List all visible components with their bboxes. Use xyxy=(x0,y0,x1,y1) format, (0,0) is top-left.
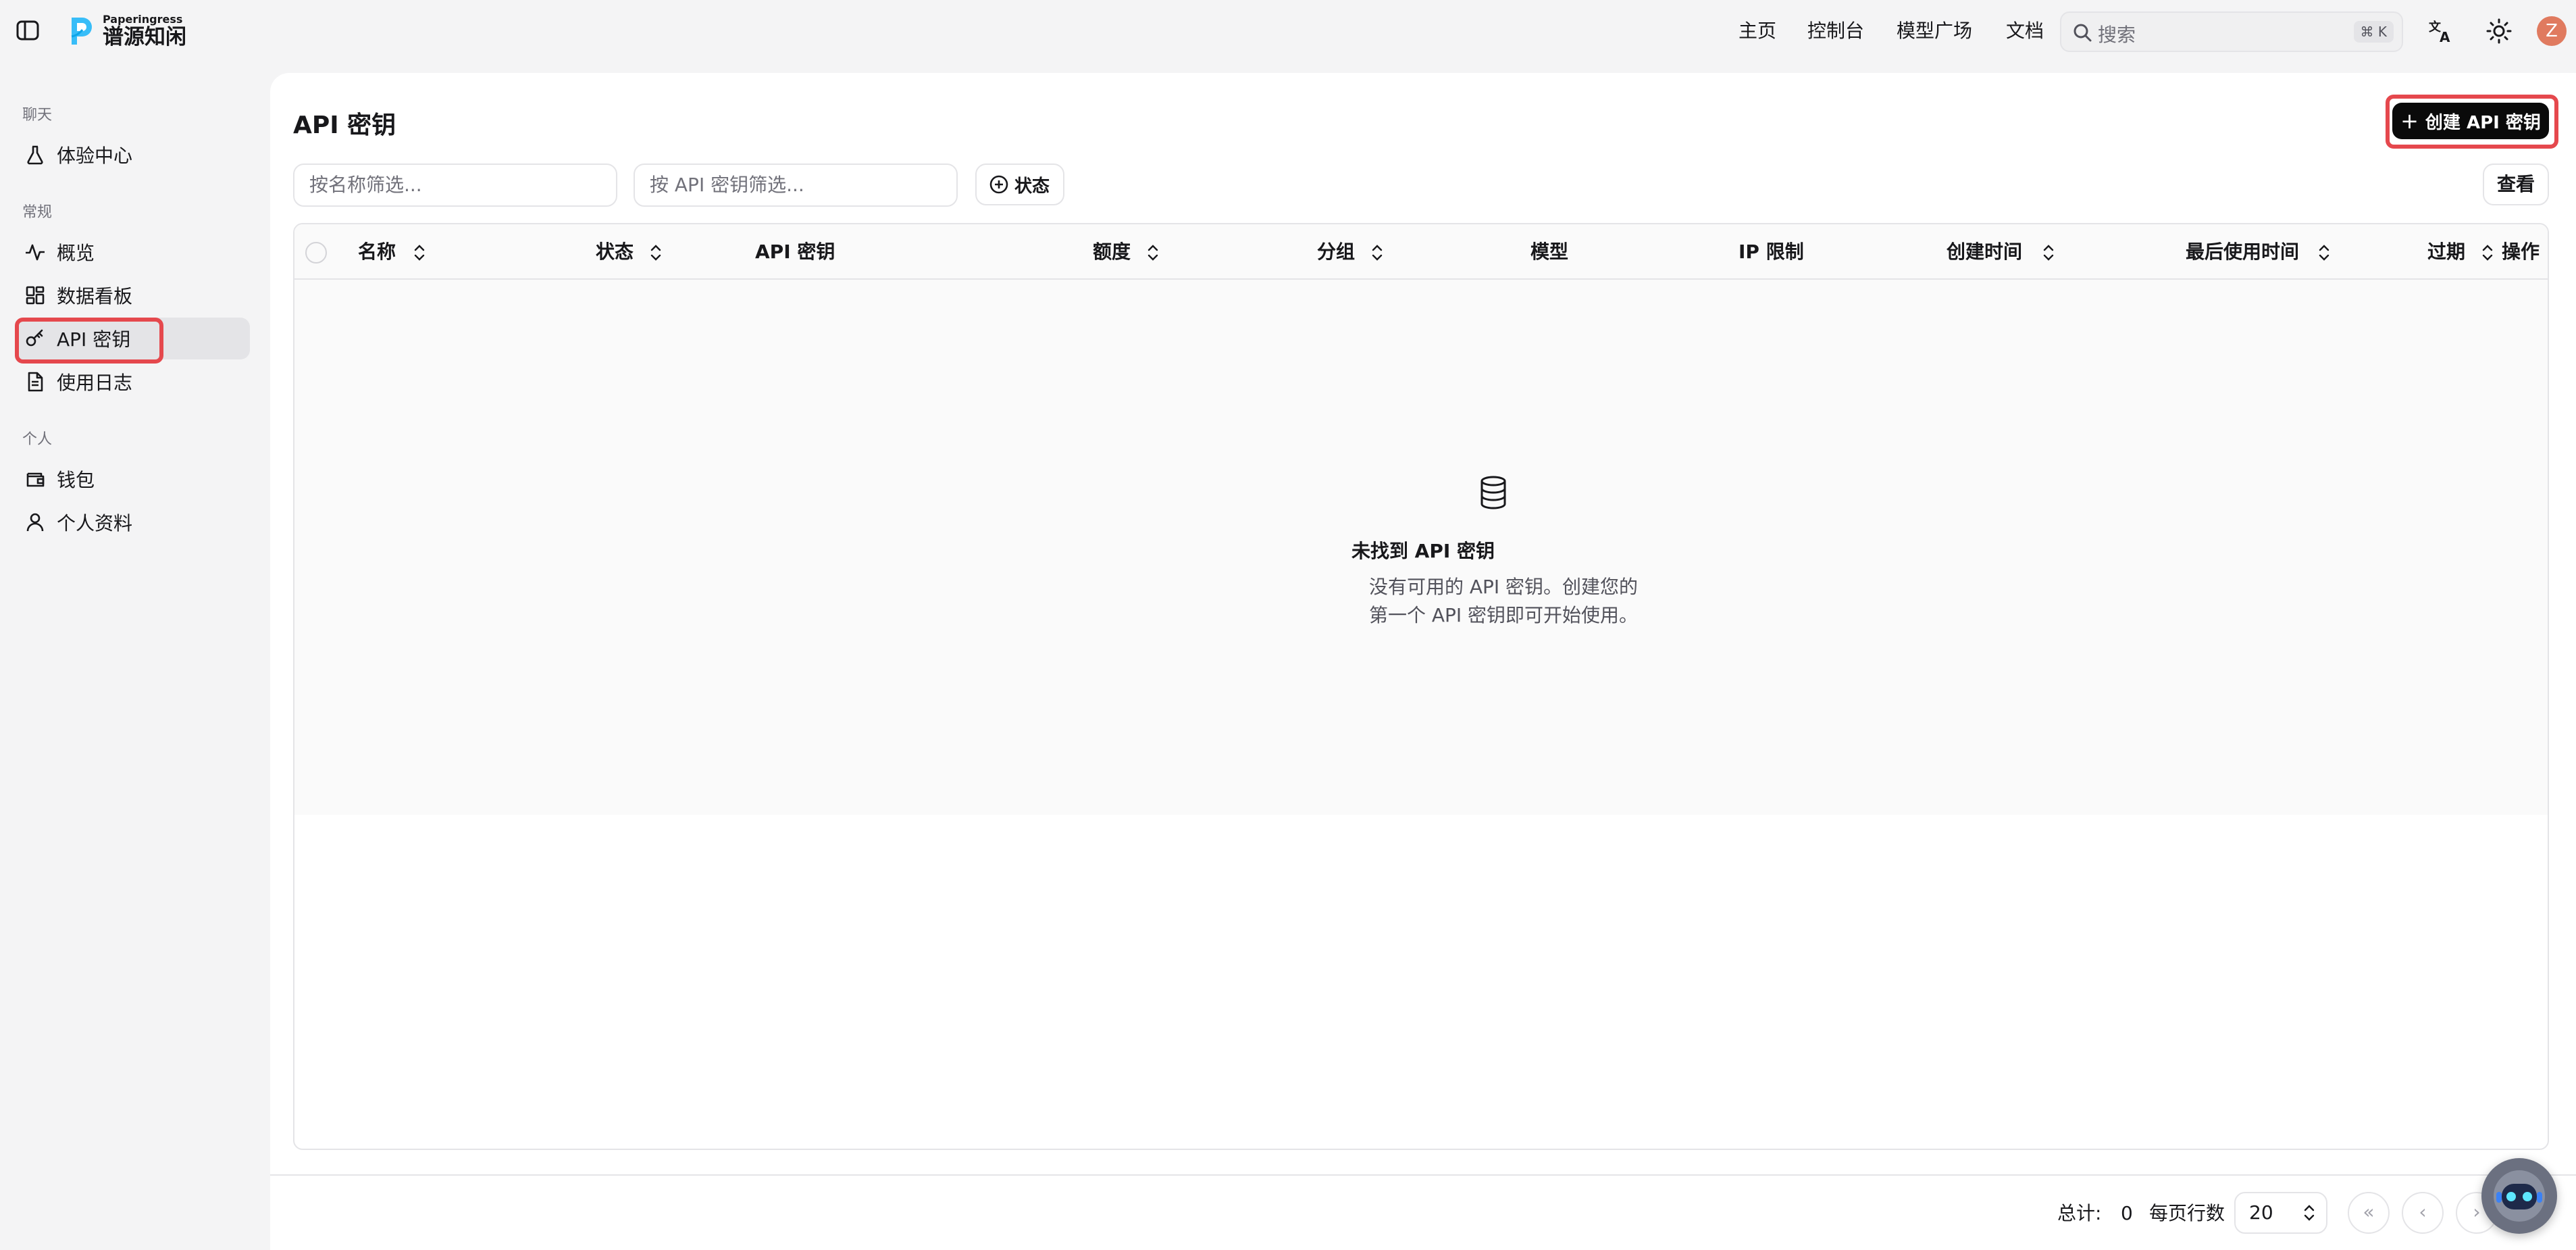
search-icon xyxy=(2072,22,2092,43)
sort-icon[interactable] xyxy=(411,243,428,263)
sidebar-item-wallet[interactable]: 钱包 xyxy=(15,458,250,500)
total-count: 0 xyxy=(2121,1202,2133,1224)
file-text-icon xyxy=(24,371,46,393)
footer-divider xyxy=(270,1174,2576,1176)
key-icon xyxy=(24,328,46,349)
sidebar-item-label: API 密钥 xyxy=(57,328,131,351)
empty-state-desc-line2: 第一个 API 密钥即可开始使用。 xyxy=(1368,604,1639,626)
sidebar-item-playground[interactable]: 体验中心 xyxy=(15,134,250,176)
sidebar-item-label: 概览 xyxy=(57,242,95,264)
chevron-up-down-icon xyxy=(2300,1203,2318,1223)
status-filter-label: 状态 xyxy=(1014,176,1050,197)
search-input[interactable]: 搜索 ⌘ K xyxy=(2060,11,2403,52)
sort-icon[interactable] xyxy=(1368,243,1386,263)
sort-icon[interactable] xyxy=(647,243,665,263)
column-header-status[interactable]: 状态 xyxy=(596,224,634,280)
total-label: 总计: xyxy=(2057,1202,2102,1224)
column-header-name[interactable]: 名称 xyxy=(358,224,396,280)
column-header-api-key: API 密钥 xyxy=(755,241,835,263)
create-api-key-button[interactable]: + 创建 API 密钥 xyxy=(2392,103,2549,139)
name-filter-input[interactable]: 按名称筛选... xyxy=(293,164,617,207)
sidebar-item-label: 钱包 xyxy=(57,469,95,491)
sidebar-item-label: 体验中心 xyxy=(57,145,133,167)
sidebar-item-overview[interactable]: 概览 xyxy=(15,231,250,273)
empty-state-title: 未找到 API 密钥 xyxy=(1351,540,1495,562)
empty-state-desc-line1: 没有可用的 API 密钥。创建您的 xyxy=(1368,576,1639,598)
sidebar-item-usage-logs[interactable]: 使用日志 xyxy=(15,361,250,403)
sidebar-item-dashboard[interactable]: 数据看板 xyxy=(15,274,250,316)
prev-page-button[interactable]: ‹ xyxy=(2402,1192,2444,1234)
sidebar-group-general: 常规 xyxy=(22,204,53,221)
wallet-icon xyxy=(24,468,46,490)
column-header-model: 模型 xyxy=(1530,241,1569,263)
dashboard-icon xyxy=(24,284,46,306)
sidebar-item-profile[interactable]: 个人资料 xyxy=(15,501,250,543)
sort-icon[interactable] xyxy=(2479,243,2496,263)
column-header-last-used[interactable]: 最后使用时间 xyxy=(2186,224,2299,280)
search-placeholder: 搜索 xyxy=(2098,24,2136,46)
column-header-expiry[interactable]: 过期 xyxy=(2427,224,2465,280)
svg-text:A: A xyxy=(2440,29,2450,45)
assistant-bot-button[interactable] xyxy=(2481,1158,2557,1234)
theme-toggle-icon[interactable] xyxy=(2485,18,2513,45)
plus-circle-icon xyxy=(989,174,1009,195)
plus-icon: + xyxy=(2400,108,2419,134)
api-keys-table: 名称 状态 API 密钥 额度 分组 模型 IP 限制 创建时间 最后使用时间 … xyxy=(293,223,2549,1150)
flask-icon xyxy=(24,144,46,166)
key-filter-input[interactable]: 按 API 密钥筛选... xyxy=(634,164,958,207)
sidebar-group-personal: 个人 xyxy=(22,431,53,448)
nav-model-square[interactable]: 模型广场 xyxy=(1897,16,1972,46)
sidebar-item-api-keys[interactable]: API 密钥 xyxy=(15,318,250,359)
column-header-ip-limit: IP 限制 xyxy=(1738,241,1804,263)
nav-console[interactable]: 控制台 xyxy=(1807,16,1864,46)
column-header-actions: 操作 xyxy=(2502,241,2540,263)
nav-docs[interactable]: 文档 xyxy=(2006,16,2044,46)
sidebar: 聊天 体验中心 常规 概览 数据看板 API 密钥 使用日志 个人 钱包 个人资… xyxy=(0,62,270,1250)
sort-icon[interactable] xyxy=(2315,243,2333,263)
select-all-checkbox[interactable] xyxy=(305,242,327,264)
sidebar-item-label: 数据看板 xyxy=(57,285,133,307)
column-header-group[interactable]: 分组 xyxy=(1317,224,1355,280)
column-header-created-at[interactable]: 创建时间 xyxy=(1947,224,2022,280)
robot-icon xyxy=(2494,1170,2545,1222)
translate-icon[interactable]: 文A xyxy=(2427,18,2454,45)
search-shortcut: ⌘ K xyxy=(2353,21,2394,43)
sidebar-item-label: 个人资料 xyxy=(57,512,133,534)
page-title: API 密钥 xyxy=(293,111,396,139)
table-header: 名称 状态 API 密钥 额度 分组 模型 IP 限制 创建时间 最后使用时间 … xyxy=(294,224,2548,280)
sort-icon[interactable] xyxy=(1144,243,1162,263)
sidebar-group-chat: 聊天 xyxy=(22,107,53,124)
first-page-button[interactable]: « xyxy=(2348,1192,2390,1234)
avatar[interactable]: Z xyxy=(2537,16,2567,46)
view-options-button[interactable]: 查看 xyxy=(2483,164,2549,205)
column-header-quota[interactable]: 额度 xyxy=(1093,224,1131,280)
main-panel: API 密钥 + 创建 API 密钥 按名称筛选... 按 API 密钥筛选..… xyxy=(270,73,2576,1250)
rows-per-page-select[interactable]: 20 xyxy=(2234,1192,2327,1234)
sidebar-item-label: 使用日志 xyxy=(57,372,133,394)
database-icon xyxy=(1475,474,1512,511)
status-filter-button[interactable]: 状态 xyxy=(975,164,1064,205)
top-bar: Paperingress 谱源知闲 主页 控制台 模型广场 文档 搜索 ⌘ K … xyxy=(0,0,2576,62)
sort-icon[interactable] xyxy=(2040,243,2057,263)
rows-per-page-value: 20 xyxy=(2249,1201,2273,1224)
empty-state-description: 没有可用的 API 密钥。创建您的 第一个 API 密钥即可开始使用。 xyxy=(1341,573,1666,630)
rows-per-page-label: 每页行数 xyxy=(2149,1202,2225,1224)
user-icon xyxy=(24,511,46,533)
nav-home[interactable]: 主页 xyxy=(1738,16,1776,46)
create-api-key-label: 创建 API 密钥 xyxy=(2425,112,2541,133)
activity-icon xyxy=(24,241,46,263)
